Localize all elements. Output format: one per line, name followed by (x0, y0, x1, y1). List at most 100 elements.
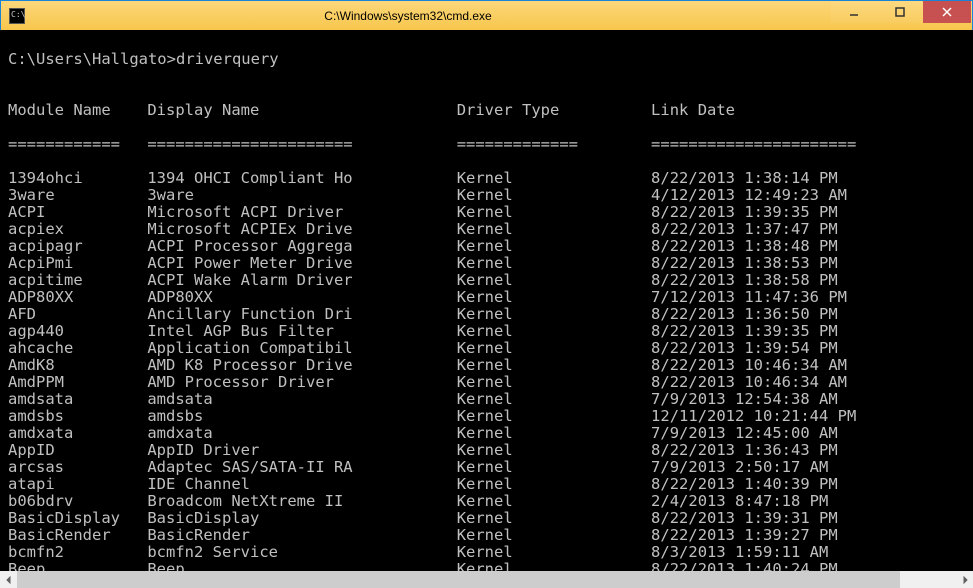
cell-display: Ancillary Function Dri (147, 306, 447, 323)
cell-type: Kernel (457, 391, 642, 408)
cell-display: amdsbs (147, 408, 447, 425)
table-row: acpipagr ACPI Processor Aggrega Kernel 8… (8, 238, 965, 255)
cell-date: 8/22/2013 1:40:39 PM (651, 476, 838, 493)
horizontal-scrollbar[interactable] (0, 571, 973, 588)
cell-type: Kernel (457, 238, 642, 255)
cell-module: AcpiPmi (8, 255, 138, 272)
cell-date: 8/22/2013 10:46:34 AM (651, 357, 847, 374)
cell-date: 8/22/2013 1:38:48 PM (651, 238, 838, 255)
cell-type: Kernel (457, 459, 642, 476)
cell-module: b06bdrv (8, 493, 138, 510)
cell-type: Kernel (457, 306, 642, 323)
scroll-track[interactable] (17, 571, 956, 588)
cell-display: BasicRender (147, 527, 447, 544)
table-row: acpiex Microsoft ACPIEx Drive Kernel 8/2… (8, 221, 965, 238)
cell-display: amdxata (147, 425, 447, 442)
cell-type: Kernel (457, 544, 642, 561)
table-header: Module Name Display Name Driver Type Lin… (8, 102, 965, 119)
cell-display: Adaptec SAS/SATA-II RA (147, 459, 447, 476)
cell-module: AmdPPM (8, 374, 138, 391)
window-buttons (831, 1, 972, 30)
cell-date: 7/9/2013 2:50:17 AM (651, 459, 828, 476)
cell-display: ACPI Wake Alarm Driver (147, 272, 447, 289)
cell-type: Kernel (457, 255, 642, 272)
cell-display: Microsoft ACPI Driver (147, 204, 447, 221)
cell-display: Broadcom NetXtreme II (147, 493, 447, 510)
table-row: AmdK8 AMD K8 Processor Drive Kernel 8/22… (8, 357, 965, 374)
table-row: BasicRender BasicRender Kernel 8/22/2013… (8, 527, 965, 544)
cell-display: ACPI Processor Aggrega (147, 238, 447, 255)
table-row: BasicDisplay BasicDisplay Kernel 8/22/20… (8, 510, 965, 527)
cmd-icon (9, 8, 25, 24)
cell-module: ahcache (8, 340, 138, 357)
cell-date: 8/22/2013 1:39:54 PM (651, 340, 838, 357)
cell-type: Kernel (457, 289, 642, 306)
table-row: arcsas Adaptec SAS/SATA-II RA Kernel 7/9… (8, 459, 965, 476)
table-row: AmdPPM AMD Processor Driver Kernel 8/22/… (8, 374, 965, 391)
close-button[interactable] (923, 1, 971, 23)
cell-date: 4/12/2013 12:49:23 AM (651, 187, 847, 204)
cell-date: 7/9/2013 12:45:00 AM (651, 425, 838, 442)
cell-type: Kernel (457, 527, 642, 544)
cell-module: BasicRender (8, 527, 138, 544)
cell-module: AFD (8, 306, 138, 323)
terminal-output[interactable]: C:\Users\Hallgato>driverquery Module Nam… (0, 30, 973, 571)
table-row: amdsbs amdsbs Kernel 12/11/2012 10:21:44… (8, 408, 965, 425)
cell-type: Kernel (457, 442, 642, 459)
scroll-left-button[interactable] (0, 571, 17, 588)
cell-type: Kernel (457, 476, 642, 493)
cell-date: 7/12/2013 11:47:36 PM (651, 289, 847, 306)
minimize-button[interactable] (831, 1, 877, 23)
cell-type: Kernel (457, 374, 642, 391)
cell-module: BasicDisplay (8, 510, 138, 527)
cell-date: 8/22/2013 1:39:35 PM (651, 323, 838, 340)
table-row: ADP80XX ADP80XX Kernel 7/12/2013 11:47:3… (8, 289, 965, 306)
table-row: AppID AppID Driver Kernel 8/22/2013 1:36… (8, 442, 965, 459)
cell-date: 8/22/2013 1:38:58 PM (651, 272, 838, 289)
cell-display: 3ware (147, 187, 447, 204)
cell-type: Kernel (457, 561, 642, 571)
cell-type: Kernel (457, 170, 642, 187)
scroll-right-button[interactable] (956, 571, 973, 588)
cell-date: 2/4/2013 8:47:18 PM (651, 493, 828, 510)
cell-display: Microsoft ACPIEx Drive (147, 221, 447, 238)
table-row: agp440 Intel AGP Bus Filter Kernel 8/22/… (8, 323, 965, 340)
cell-type: Kernel (457, 357, 642, 374)
scroll-thumb[interactable] (17, 571, 900, 588)
table-row: amdxata amdxata Kernel 7/9/2013 12:45:00… (8, 425, 965, 442)
maximize-button[interactable] (877, 1, 923, 23)
cell-date: 8/22/2013 1:38:53 PM (651, 255, 838, 272)
cell-module: amdsbs (8, 408, 138, 425)
cell-date: 8/22/2013 1:40:24 PM (651, 561, 838, 571)
table-row: AFD Ancillary Function Dri Kernel 8/22/2… (8, 306, 965, 323)
window-titlebar: C:\Windows\system32\cmd.exe (1, 1, 972, 31)
cell-display: ACPI Power Meter Drive (147, 255, 447, 272)
cell-type: Kernel (457, 493, 642, 510)
cell-module: acpipagr (8, 238, 138, 255)
cell-module: agp440 (8, 323, 138, 340)
cell-date: 8/22/2013 1:38:14 PM (651, 170, 838, 187)
cell-module: ADP80XX (8, 289, 138, 306)
cell-date: 8/22/2013 1:39:27 PM (651, 527, 838, 544)
table-row: acpitime ACPI Wake Alarm Driver Kernel 8… (8, 272, 965, 289)
cell-module: 1394ohci (8, 170, 138, 187)
header-date: Link Date (651, 102, 735, 119)
cell-module: 3ware (8, 187, 138, 204)
table-row: ACPI Microsoft ACPI Driver Kernel 8/22/2… (8, 204, 965, 221)
cell-type: Kernel (457, 408, 642, 425)
cell-display: Intel AGP Bus Filter (147, 323, 447, 340)
table-row: atapi IDE Channel Kernel 8/22/2013 1:40:… (8, 476, 965, 493)
window-title: C:\Windows\system32\cmd.exe (25, 9, 831, 23)
separator-row: ============ ====================== ====… (8, 136, 965, 153)
cell-type: Kernel (457, 204, 642, 221)
cell-date: 8/22/2013 1:37:47 PM (651, 221, 838, 238)
header-module: Module Name (8, 102, 138, 119)
prompt-command: driverquery (176, 50, 279, 68)
prompt-line: C:\Users\Hallgato>driverquery (8, 51, 965, 68)
header-display: Display Name (147, 102, 447, 119)
cell-type: Kernel (457, 340, 642, 357)
cell-module: bcmfn2 (8, 544, 138, 561)
table-row: Beep Beep Kernel 8/22/2013 1:40:24 PM (8, 561, 965, 571)
cell-date: 8/22/2013 1:39:31 PM (651, 510, 838, 527)
table-row: AcpiPmi ACPI Power Meter Drive Kernel 8/… (8, 255, 965, 272)
